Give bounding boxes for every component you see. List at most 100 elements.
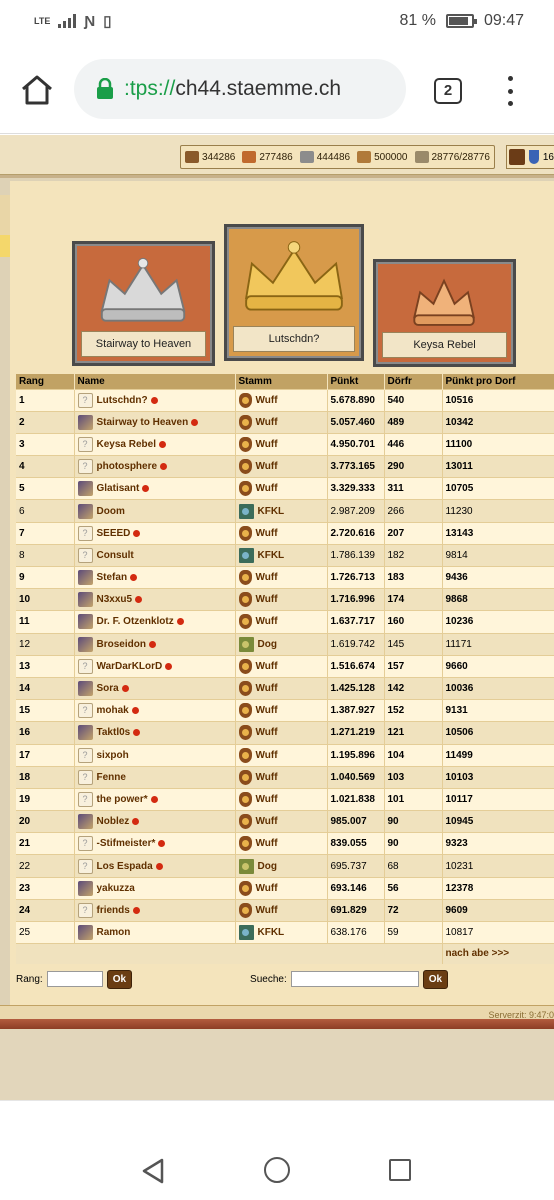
- online-status-icon: [150, 396, 158, 404]
- player-link[interactable]: WarDarKLorD: [97, 661, 163, 672]
- tribe-icon: [238, 747, 252, 763]
- tribe-link[interactable]: Wuff: [256, 528, 278, 539]
- search-input[interactable]: [290, 971, 419, 987]
- player-cell: ? WarDarKLorD: [74, 654, 236, 678]
- recents-icon[interactable]: [389, 1159, 411, 1181]
- table-footer: nach abe >>>: [16, 943, 554, 964]
- tribe-cell: Wuff: [235, 565, 328, 589]
- tribe-icon: [238, 392, 252, 408]
- tribe-link[interactable]: Wuff: [256, 617, 278, 628]
- table-row: 22? Los Espada Dog 695.737 68 10231: [16, 854, 554, 878]
- tribe-link[interactable]: KFKL: [258, 927, 285, 938]
- ppv-cell: 10705: [442, 477, 554, 500]
- tribe-link[interactable]: Wuff: [256, 816, 278, 827]
- player-link[interactable]: photosphere: [97, 461, 158, 472]
- premium-box[interactable]: 16: [506, 145, 554, 169]
- tribe-link[interactable]: Wuff: [256, 661, 278, 672]
- tab-switcher-button[interactable]: 2: [434, 78, 462, 104]
- table-row: 16 Taktl0s Wuff 1.271.219 121 10506: [16, 721, 554, 744]
- side-menu-active[interactable]: [0, 235, 10, 257]
- tribe-cell: Wuff: [235, 832, 328, 855]
- tribe-link[interactable]: Wuff: [256, 905, 278, 916]
- tribe-link[interactable]: Wuff: [256, 838, 278, 849]
- col-points: Pünkt: [327, 374, 385, 389]
- home-button-icon[interactable]: [264, 1157, 290, 1183]
- player-link[interactable]: Consult: [97, 550, 134, 561]
- tribe-link[interactable]: Wuff: [256, 794, 278, 805]
- player-link[interactable]: sixpoh: [97, 750, 129, 761]
- player-link[interactable]: Broseidon: [97, 639, 146, 650]
- podium-first[interactable]: Lutschdn?: [224, 224, 364, 361]
- player-cell: Dr. F. Otzenklotz: [74, 610, 236, 634]
- address-bar[interactable]: :tps://ch44.staemme.ch: [74, 59, 406, 119]
- resource-item: 28776/28776: [414, 151, 490, 163]
- online-status-icon: [158, 440, 166, 448]
- tribe-link[interactable]: Wuff: [256, 395, 278, 406]
- villages-cell: 183: [384, 565, 443, 589]
- rank-cell: 23: [16, 876, 75, 900]
- player-link[interactable]: Los Espada: [97, 861, 153, 872]
- player-link[interactable]: Stairway to Heaven: [97, 417, 189, 428]
- tribe-cell: Dog: [235, 854, 328, 878]
- tribe-link[interactable]: Wuff: [256, 439, 278, 450]
- player-link[interactable]: Glatisant: [97, 483, 140, 494]
- podium-third-name[interactable]: Keysa Rebel: [382, 332, 507, 358]
- rank-cell: 13: [16, 654, 75, 678]
- tribe-link[interactable]: KFKL: [258, 506, 285, 517]
- search-ok-button[interactable]: Ok: [422, 969, 449, 989]
- tribe-link[interactable]: Wuff: [256, 594, 278, 605]
- player-link[interactable]: Ramon: [97, 927, 131, 938]
- rank-input[interactable]: [46, 971, 103, 987]
- player-link[interactable]: -Stifmeister*: [97, 838, 156, 849]
- table-row: 7? SEEED Wuff 2.720.616 207 13143: [16, 521, 554, 545]
- tribe-link[interactable]: Dog: [258, 861, 277, 872]
- home-icon[interactable]: [20, 74, 54, 106]
- player-cell: ? Consult: [74, 543, 236, 567]
- player-link[interactable]: Noblez: [97, 816, 130, 827]
- tribe-link[interactable]: Wuff: [256, 683, 278, 694]
- tribe-link[interactable]: Wuff: [256, 572, 278, 583]
- player-link[interactable]: Sora: [97, 683, 119, 694]
- player-link[interactable]: SEEED: [97, 528, 131, 539]
- tribe-link[interactable]: Wuff: [256, 483, 278, 494]
- tribe-link[interactable]: Wuff: [256, 883, 278, 894]
- tribe-link[interactable]: Wuff: [256, 461, 278, 472]
- tribe-link[interactable]: Wuff: [256, 728, 278, 739]
- player-link[interactable]: Doom: [97, 506, 125, 517]
- ppv-cell: 13011: [442, 455, 554, 478]
- chest-icon[interactable]: [509, 149, 526, 165]
- tribe-link[interactable]: KFKL: [258, 550, 285, 561]
- player-link[interactable]: the power*: [97, 794, 148, 805]
- player-link[interactable]: Lutschdn?: [97, 395, 148, 406]
- podium-second-name[interactable]: Stairway to Heaven: [81, 331, 206, 357]
- tribe-link[interactable]: Dog: [258, 639, 277, 650]
- rank-ok-button[interactable]: Ok: [106, 969, 133, 989]
- podium-third[interactable]: Keysa Rebel: [373, 259, 516, 367]
- player-link[interactable]: Keysa Rebel: [97, 439, 156, 450]
- tribe-link[interactable]: Wuff: [256, 705, 278, 716]
- tribe-link[interactable]: Wuff: [256, 417, 278, 428]
- search-label: Sueche:: [250, 973, 287, 985]
- more-menu-icon[interactable]: [500, 76, 520, 106]
- player-link[interactable]: N3xxu5: [97, 594, 133, 605]
- player-link[interactable]: Dr. F. Otzenklotz: [97, 617, 174, 628]
- player-link[interactable]: yakuzza: [97, 883, 135, 894]
- player-link[interactable]: friends: [97, 905, 130, 916]
- back-icon[interactable]: [140, 1158, 166, 1184]
- next-page-link[interactable]: nach abe >>>: [446, 948, 510, 959]
- player-link[interactable]: Stefan: [97, 572, 128, 583]
- wood-border: [0, 1019, 554, 1029]
- tribe-link[interactable]: Wuff: [256, 772, 278, 783]
- player-link[interactable]: Taktl0s: [97, 728, 131, 739]
- podium-second[interactable]: Stairway to Heaven: [72, 241, 215, 366]
- podium-first-name[interactable]: Lutschdn?: [233, 326, 355, 352]
- tribe-cell: Wuff: [235, 787, 328, 811]
- player-link[interactable]: mohak: [97, 705, 129, 716]
- avatar-placeholder-icon: ?: [77, 525, 93, 541]
- rank-cell: 15: [16, 699, 75, 722]
- system-nav-bar: [0, 1100, 554, 1200]
- tribe-link[interactable]: Wuff: [256, 750, 278, 761]
- browser-toolbar: :tps://ch44.staemme.ch 2: [0, 46, 554, 134]
- tribe-icon: [238, 658, 252, 674]
- player-link[interactable]: Fenne: [97, 772, 126, 783]
